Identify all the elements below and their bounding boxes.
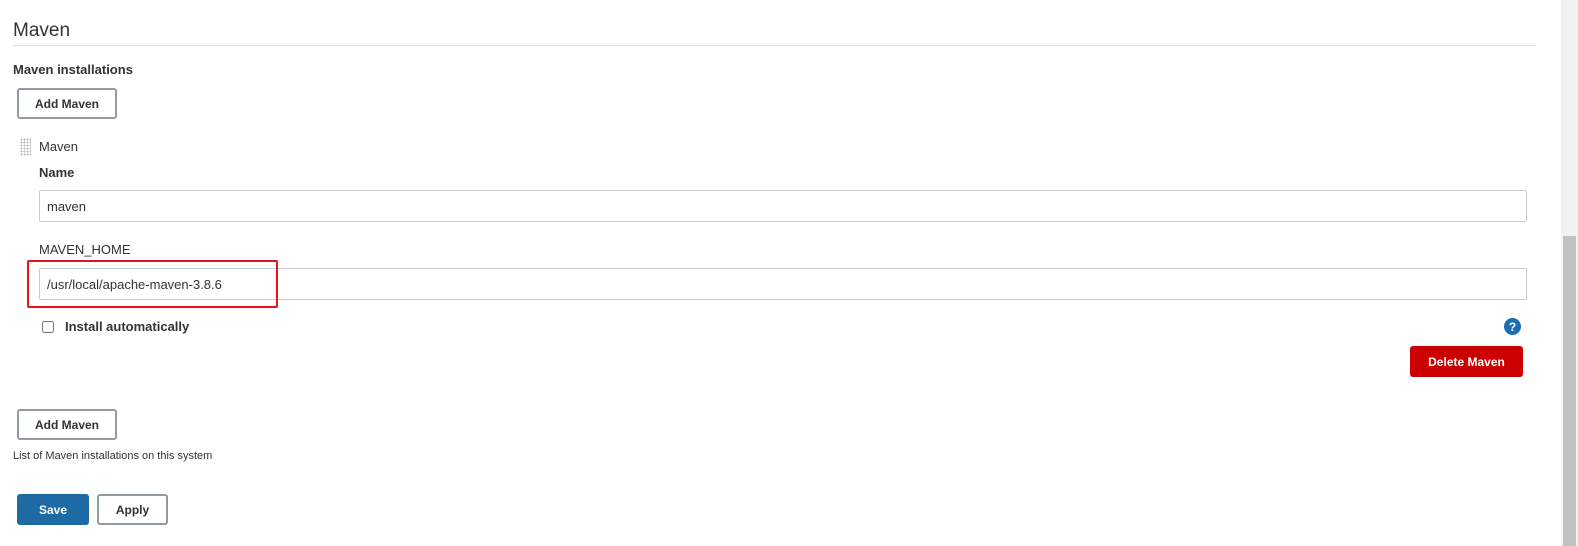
install-automatically-row: Install automatically [42, 319, 189, 334]
section-divider [13, 45, 1536, 46]
name-input[interactable] [39, 190, 1527, 222]
drag-handle-icon[interactable] [20, 138, 31, 156]
add-maven-button-top[interactable]: Add Maven [17, 88, 117, 119]
apply-button[interactable]: Apply [97, 494, 168, 525]
scrollbar-thumb[interactable] [1563, 236, 1576, 546]
section-title: Maven [13, 20, 71, 41]
maven-home-label: MAVEN_HOME [39, 242, 131, 257]
help-icon[interactable]: ? [1504, 318, 1521, 335]
installation-header: Maven [39, 139, 79, 154]
installations-help-text: List of Maven installations on this syst… [13, 450, 213, 462]
maven-installations-heading: Maven installations [13, 62, 133, 77]
maven-config-page: Maven Maven installations Add Maven Mave… [0, 0, 1578, 546]
save-button[interactable]: Save [17, 494, 89, 525]
name-label: Name [39, 165, 75, 180]
install-automatically-checkbox[interactable] [42, 320, 54, 333]
delete-maven-button[interactable]: Delete Maven [1410, 346, 1523, 377]
add-maven-button-bottom[interactable]: Add Maven [17, 409, 117, 440]
install-automatically-label: Install automatically [65, 319, 190, 334]
maven-home-input[interactable] [39, 268, 1527, 300]
